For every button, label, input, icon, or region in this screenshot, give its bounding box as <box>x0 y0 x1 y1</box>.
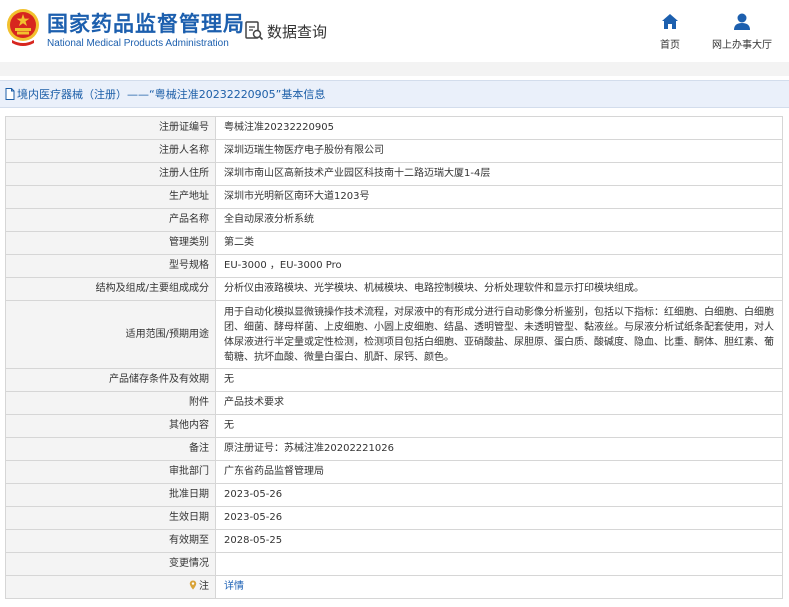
table-row: 适用范围/预期用途 用于自动化模拟显微镜操作技术流程，对尿液中的有形成分进行自动… <box>5 300 783 369</box>
table-row: 变更情况 <box>5 552 783 576</box>
field-value: 第二类 <box>215 231 783 255</box>
field-value: 全自动尿液分析系统 <box>215 208 783 232</box>
field-label: 注册证编号 <box>5 116 216 140</box>
table-row: 生产地址 深圳市光明新区南环大道1203号 <box>5 185 783 209</box>
field-label: 变更情况 <box>5 552 216 576</box>
site-title-english: National Medical Products Administration <box>47 38 229 49</box>
field-label: 注册人名称 <box>5 139 216 163</box>
home-icon <box>662 14 678 29</box>
field-value: 详情 <box>215 575 783 599</box>
table-row: 备注 原注册证号：苏械注准20202221026 <box>5 437 783 461</box>
table-row: 产品名称 全自动尿液分析系统 <box>5 208 783 232</box>
user-icon <box>734 13 750 30</box>
field-value <box>215 552 783 576</box>
nav-home[interactable]: 首页 <box>650 12 690 51</box>
field-value: 分析仪由液路模块、光学模块、机械模块、电路控制模块、分析处理软件和显示打印模块组… <box>215 277 783 301</box>
breadcrumb-text: 境内医疗器械（注册）——“粤械注准20232220905”基本信息 <box>17 88 326 101</box>
field-value: 粤械注准20232220905 <box>215 116 783 140</box>
field-value: 2023-05-26 <box>215 483 783 507</box>
field-value: 无 <box>215 414 783 438</box>
nav-online-hall-label: 网上办事大厅 <box>712 40 772 51</box>
details-link[interactable]: 详情 <box>224 581 244 592</box>
national-emblem-icon[interactable] <box>6 6 40 48</box>
table-row: 审批部门 广东省药品监督管理局 <box>5 460 783 484</box>
table-row: 附件 产品技术要求 <box>5 391 783 415</box>
field-label: 备注 <box>5 437 216 461</box>
table-row: 注册人名称 深圳迈瑞生物医疗电子股份有限公司 <box>5 139 783 163</box>
location-pin-icon <box>189 580 197 590</box>
header-divider-band <box>0 62 789 76</box>
field-label-note: 注 <box>5 575 216 599</box>
table-row: 注 详情 <box>5 575 783 599</box>
field-value: 无 <box>215 368 783 392</box>
field-value: 深圳市南山区高新技术产业园区科技南十二路迈瑞大厦1-4层 <box>215 162 783 186</box>
table-row: 批准日期 2023-05-26 <box>5 483 783 507</box>
field-value: EU-3000 ，EU-3000 Pro <box>215 254 783 278</box>
data-query-link[interactable]: 数据查询 <box>244 18 327 44</box>
site-title: 国家药品监督管理局 <box>47 12 245 36</box>
table-row: 型号规格 EU-3000 ，EU-3000 Pro <box>5 254 783 278</box>
field-value: 2028-05-25 <box>215 529 783 553</box>
field-label: 产品储存条件及有效期 <box>5 368 216 392</box>
field-value: 深圳迈瑞生物医疗电子股份有限公司 <box>215 139 783 163</box>
field-label: 有效期至 <box>5 529 216 553</box>
search-document-icon <box>245 21 264 41</box>
field-label: 生效日期 <box>5 506 216 530</box>
field-label: 其他内容 <box>5 414 216 438</box>
field-label: 适用范围/预期用途 <box>5 300 216 369</box>
table-row: 结构及组成/主要组成成分 分析仪由液路模块、光学模块、机械模块、电路控制模块、分… <box>5 277 783 301</box>
field-value: 深圳市光明新区南环大道1203号 <box>215 185 783 209</box>
field-label: 批准日期 <box>5 483 216 507</box>
note-label: 注 <box>199 581 209 592</box>
field-label: 注册人住所 <box>5 162 216 186</box>
table-row: 产品储存条件及有效期 无 <box>5 368 783 392</box>
data-query-label: 数据查询 <box>267 22 328 41</box>
site-header: 国家药品监督管理局 National Medical Products Admi… <box>0 0 789 62</box>
table-row: 其他内容 无 <box>5 414 783 438</box>
breadcrumb: 境内医疗器械（注册）——“粤械注准20232220905”基本信息 <box>0 80 789 108</box>
document-icon <box>5 88 15 100</box>
table-row: 有效期至 2028-05-25 <box>5 529 783 553</box>
field-value: 用于自动化模拟显微镜操作技术流程，对尿液中的有形成分进行自动影像分析鉴别，包括以… <box>215 300 783 369</box>
field-label: 附件 <box>5 391 216 415</box>
field-label: 生产地址 <box>5 185 216 209</box>
field-label: 结构及组成/主要组成成分 <box>5 277 216 301</box>
field-value: 2023-05-26 <box>215 506 783 530</box>
field-value: 广东省药品监督管理局 <box>215 460 783 484</box>
field-label: 产品名称 <box>5 208 216 232</box>
field-value: 产品技术要求 <box>215 391 783 415</box>
nav-online-hall[interactable]: 网上办事大厅 <box>702 12 782 51</box>
table-row: 生效日期 2023-05-26 <box>5 506 783 530</box>
field-label: 审批部门 <box>5 460 216 484</box>
table-row: 注册人住所 深圳市南山区高新技术产业园区科技南十二路迈瑞大厦1-4层 <box>5 162 783 186</box>
field-label: 型号规格 <box>5 254 216 278</box>
registration-info-table: 注册证编号 粤械注准20232220905 注册人名称 深圳迈瑞生物医疗电子股份… <box>5 116 783 599</box>
table-row: 注册证编号 粤械注准20232220905 <box>5 116 783 140</box>
table-row: 管理类别 第二类 <box>5 231 783 255</box>
field-value: 原注册证号：苏械注准20202221026 <box>215 437 783 461</box>
nav-home-label: 首页 <box>660 40 680 51</box>
field-label: 管理类别 <box>5 231 216 255</box>
